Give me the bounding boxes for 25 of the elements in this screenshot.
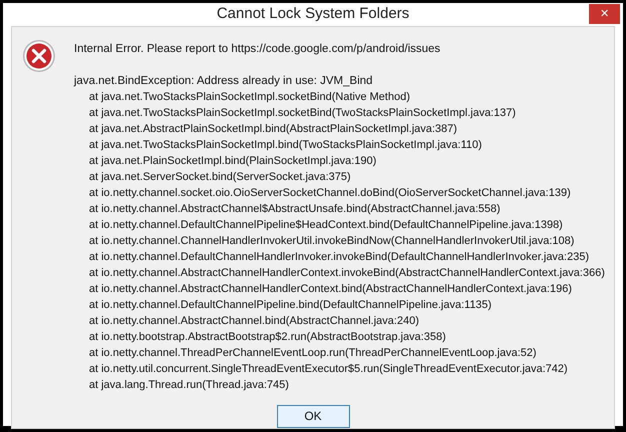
stack-trace-line: at io.netty.channel.AbstractChannel$AbstractUnsafe.bind(AbstractChannel.java:558) (88, 202, 502, 216)
stack-trace-line: at java.net.TwoStacksPlainSocketImpl.socketBind(Native Method) (88, 90, 411, 104)
error-icon (22, 38, 56, 72)
stack-trace-line: at java.net.AbstractPlainSocketImpl.bind(AbstractPlainSocketImpl.java:387) (88, 122, 458, 136)
window-title: Cannot Lock System Folders (216, 4, 410, 24)
stack-trace-line: at java.net.TwoStacksPlainSocketImpl.socketBind(TwoStacksPlainSocketImpl.java:137) (88, 106, 517, 120)
stack-trace-line: at io.netty.bootstrap.AbstractBootstrap$2.run(AbstractBootstrap.java:358) (88, 330, 447, 344)
stack-trace-line: at io.netty.channel.DefaultChannelPipeline.bind(DefaultChannelPipeline.java:1135) (88, 298, 493, 312)
stack-trace-line: at io.netty.channel.AbstractChannelHandlerContext.bind(AbstractChannelHandlerContext.java:196) (88, 282, 573, 296)
stack-trace-line: at io.netty.channel.AbstractChannelHandlerContext.invokeBind(AbstractChannelHandlerContext.java:366) (88, 266, 605, 280)
stack-trace-line: at io.netty.channel.ChannelHandlerInvokerUtil.invokeBindNow(ChannelHandlerInvokerUtil.java:108) (88, 234, 576, 248)
stack-trace-line: at io.netty.util.concurrent.SingleThreadEventExecutor$5.run(SingleThreadEventExecutor.java:742) (88, 362, 569, 376)
exception-text: java.net.BindException: Address already in use: JVM_Bind (74, 74, 374, 88)
ok-button[interactable]: OK (276, 404, 350, 428)
stack-trace-line: at io.netty.channel.DefaultChannelPipeline$HeadContext.bind(DefaultChannelPipeline.java:1398) (88, 218, 564, 232)
stack-trace-line: at io.netty.channel.DefaultChannelHandlerInvoker.invokeBind(DefaultChannelHandlerInvoker.java:235) (88, 250, 590, 264)
close-button[interactable]: ✕ (589, 4, 620, 24)
stack-trace-line: at java.net.TwoStacksPlainSocketImpl.bind(TwoStacksPlainSocketImpl.java:110) (88, 138, 483, 152)
stack-trace-line: at io.netty.channel.socket.oio.OioServerSocketChannel.doBind(OioServerSocketChannel.java:139) (88, 186, 572, 200)
stack-trace-line: at io.netty.channel.ThreadPerChannelEventLoop.run(ThreadPerChannelEventLoop.java:52) (88, 346, 538, 360)
error-message: Internal Error. Please report to https://code.google.com/p/android/issues (74, 42, 442, 56)
stack-trace-line: at java.net.ServerSocket.bind(ServerSocket.java:375) (88, 170, 352, 184)
stack-trace-line: at java.lang.Thread.run(Thread.java:745) (88, 378, 290, 392)
stack-trace-line: at java.net.PlainSocketImpl.bind(PlainSocketImpl.java:190) (88, 154, 378, 168)
stack-trace-line: at io.netty.channel.AbstractChannel.bind(AbstractChannel.java:240) (88, 314, 420, 328)
